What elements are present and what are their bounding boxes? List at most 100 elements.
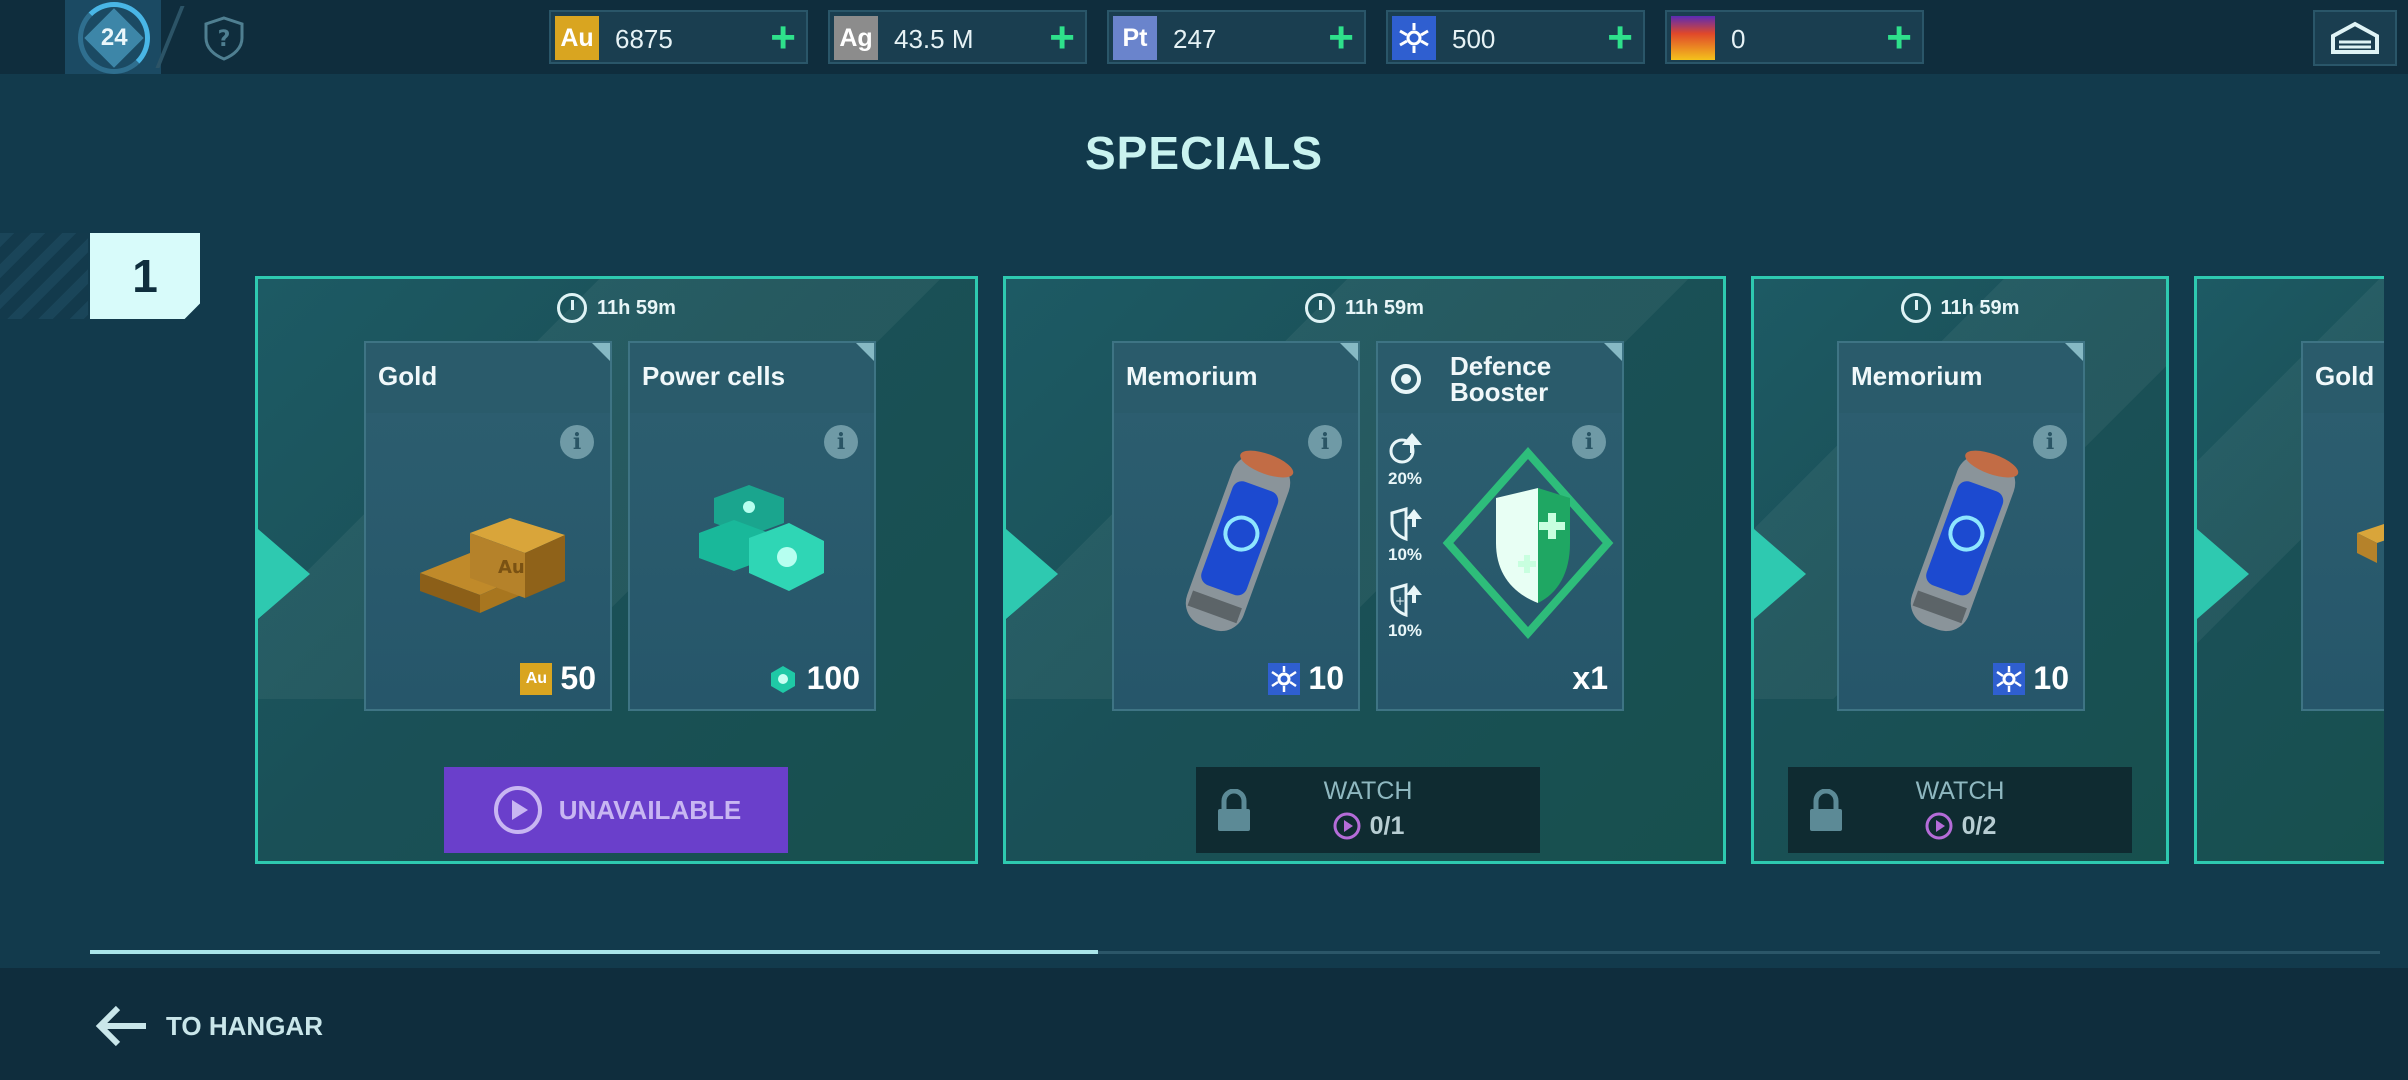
offer-arrow [1754,529,1806,619]
item-quantity: 10 [1268,660,1344,697]
to-hangar-button[interactable]: TO HANGAR [94,998,323,1054]
item-name: Gold [2315,361,2375,391]
item-name: Gold [378,361,438,391]
button-label: UNAVAILABLE [558,794,742,825]
player-level-badge[interactable]: 24 [78,2,150,74]
item-card-memorium[interactable]: Memorium i 10 [1112,341,1360,711]
add-fire-button[interactable]: + [1886,16,1912,60]
resource-gold: Au 6875 + [549,10,808,64]
svg-text:?: ? [218,27,231,52]
stat-value: 10% [1388,621,1423,640]
gold-amount: 6875 [615,24,673,54]
item-quantity: Au 50 [520,660,596,697]
quantity-value: 10 [1308,660,1344,696]
clock-icon [1900,293,1931,323]
page-title: SPECIALS [1084,127,1324,179]
bottom-bar [0,968,2408,1080]
clock-icon [557,293,588,323]
arrow-left-icon [95,1005,146,1047]
watch-count: 0/1 [1369,811,1405,840]
offer-arrow [258,529,310,619]
memorium-canister-icon [1185,450,1294,632]
gold-bars-icon [2357,524,2384,563]
replay-video-icon [1925,812,1953,840]
power-cell-currency-icon [770,665,795,693]
hangar-icon [2331,21,2379,54]
svg-text:+: + [1395,594,1405,608]
gold-icon: Au [555,16,599,60]
offer-arrow [2197,529,2249,619]
item-quantity: x1 [1572,660,1608,697]
watch-counter: 0/2 [1788,811,2132,841]
memorium-canister-icon [1910,450,2019,632]
add-gold-button[interactable]: + [770,16,796,60]
watch-counter: 0/1 [1196,811,1540,841]
unavailable-button[interactable]: UNAVAILABLE [444,767,788,853]
item-corner [592,343,610,361]
repair-boost-icon: + [1390,583,1422,618]
item-card-memorium[interactable]: Memorium i 10 [1837,341,2085,711]
attack-boost-icon [1389,433,1422,464]
watch-label: WATCH [1915,777,2005,805]
fire-icon [1671,16,1715,60]
item-quantity: 10 [1993,660,2069,697]
hangar-home-button[interactable] [2313,10,2397,66]
platinum-icon: Pt [1113,16,1157,60]
add-memorium-button[interactable]: + [1607,16,1633,60]
player-level: 24 [100,23,128,51]
svg-text:Au: Au [498,557,525,578]
memorium-currency-icon [1268,662,1301,695]
item-quantity: 100 [767,660,860,697]
green-shield-icon [1442,446,1614,640]
memorium-amount: 500 [1452,24,1496,54]
power-cells-icon [699,485,824,591]
timer-text: 11h 59m [597,296,676,319]
item-corner [1340,343,1358,361]
item-name: Power cells [642,361,786,391]
watch-ad-button[interactable]: WATCH 0/1 [1196,767,1540,853]
item-card-defence-booster[interactable]: Defence Booster i 20% 10% + 10% x1 [1376,341,1624,711]
add-silver-button[interactable]: + [1049,16,1075,60]
item-corner [2065,343,2083,361]
watch-ad-button[interactable]: WATCH 0/2 [1788,767,2132,853]
timer-text: 11h 59m [1940,296,2020,319]
offer-timer: 11h 59m [258,293,975,323]
item-corner [856,343,874,361]
silver-amount: 43.5 M [894,24,974,54]
item-name: Memorium [1126,361,1258,391]
offer-card-4: Gold [2194,276,2384,864]
item-card-power-cells[interactable]: Power cells i 100 [628,341,876,711]
offer-timer: 11h 59m [1754,293,2166,323]
timer-text: 11h 59m [1345,296,1424,319]
offer-card-2: 11h 59m Memorium i 10 Defence Booster i … [1003,276,1726,864]
tier-stripes [0,233,88,319]
gold-bars-icon: Au [420,518,565,613]
item-card-gold[interactable]: Gold [2301,341,2384,711]
stat-value: 10% [1388,545,1423,564]
item-name: Defence Booster [1450,351,1552,407]
silver-icon: Ag [834,16,878,60]
quantity-value: 50 [560,660,596,696]
replay-video-icon [1333,812,1361,840]
item-card-gold[interactable]: Gold i Au Au 50 [364,341,612,711]
quantity-value: 10 [2033,660,2069,696]
platinum-amount: 247 [1173,24,1217,54]
quantity-value: x1 [1572,660,1608,696]
add-platinum-button[interactable]: + [1328,16,1354,60]
offer-timer: 11h 59m [1006,293,1723,323]
offer-arrow [1006,529,1058,619]
level-diamond-icon: 24 [84,8,144,68]
watch-label: WATCH [1323,777,1413,805]
scroll-thumb[interactable] [90,950,1098,954]
tier-number: 1 [90,233,200,319]
memorium-currency-icon [1993,662,2026,695]
watch-count: 0/2 [1961,811,1997,840]
stat-value: 20% [1388,469,1423,488]
defence-boost-icon [1390,507,1422,542]
offer-card-3: 11h 59m Memorium i 10 WATCH 0/2 [1751,276,2169,864]
item-name: Memorium [1851,361,1983,391]
rank-shield-icon[interactable]: ? [200,14,248,62]
booster-type-icon [1391,364,1421,394]
resource-memorium: 500 + [1386,10,1645,64]
offer-card-1: 11h 59m Gold i Au Au 50 Power cells i 10… [255,276,978,864]
